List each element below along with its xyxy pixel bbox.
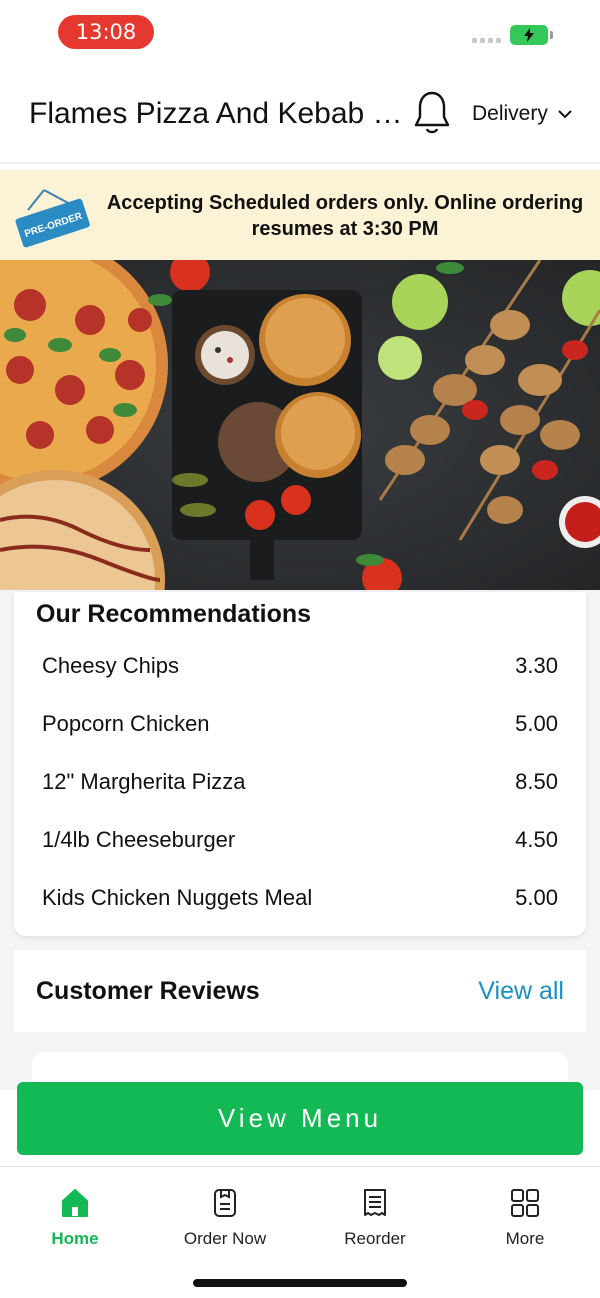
hero-food-image [0, 260, 600, 590]
restaurant-title: Flames Pizza And Kebab House [29, 97, 404, 130]
tab-home-label: Home [51, 1229, 99, 1248]
item-price: 3.30 [515, 653, 558, 678]
home-icon [62, 1189, 88, 1217]
tab-reorder[interactable]: Reorder [300, 1187, 450, 1249]
view-all-link[interactable]: View all [478, 977, 564, 1006]
app-header: Flames Pizza And Kebab House Delivery [0, 64, 600, 164]
view-menu-button[interactable]: View Menu [17, 1082, 583, 1155]
order-icon [214, 1189, 236, 1217]
recommendation-item[interactable]: Kids Chicken Nuggets Meal 5.00 [42, 878, 558, 918]
grid-icon [511, 1189, 539, 1217]
battery-cap [550, 31, 553, 39]
reviews-title: Customer Reviews [36, 977, 260, 1005]
status-bar: 13:08 [0, 0, 600, 64]
reviews-header: Customer Reviews View all [14, 950, 586, 1032]
signal-icon [472, 38, 501, 43]
item-name: Cheesy Chips [42, 653, 179, 678]
recommendation-item[interactable]: Popcorn Chicken 5.00 [42, 704, 558, 744]
item-name: 12" Margherita Pizza [42, 769, 246, 794]
tab-home[interactable]: Home [0, 1187, 150, 1249]
tab-more[interactable]: More [450, 1187, 600, 1249]
recommendation-item[interactable]: 12" Margherita Pizza 8.50 [42, 762, 558, 802]
preorder-banner: PRE-ORDER Accepting Scheduled orders onl… [0, 170, 600, 260]
delivery-dropdown[interactable]: Delivery [472, 102, 572, 126]
item-name: Kids Chicken Nuggets Meal [42, 885, 313, 910]
recommendations-card: Our Recommendations Cheesy Chips 3.30 Po… [14, 592, 586, 936]
home-indicator [193, 1279, 407, 1287]
receipt-icon [364, 1189, 386, 1216]
recommendation-item[interactable]: Cheesy Chips 3.30 [42, 646, 558, 686]
tab-order-now-label: Order Now [183, 1229, 267, 1248]
delivery-label: Delivery [472, 102, 548, 125]
tab-more-label: More [505, 1229, 545, 1248]
item-price: 5.00 [515, 885, 558, 910]
banner-message: Accepting Scheduled orders only. Online … [106, 192, 584, 240]
item-name: 1/4lb Cheeseburger [42, 827, 236, 852]
tab-order-now[interactable]: Order Now [150, 1187, 300, 1249]
bell-icon[interactable] [412, 89, 452, 137]
chevron-down-icon [558, 110, 572, 119]
preorder-sign-icon: PRE-ORDER [15, 189, 90, 248]
tab-reorder-label: Reorder [344, 1229, 406, 1248]
item-price: 8.50 [515, 769, 558, 794]
battery-icon [510, 25, 548, 45]
recommendations-title: Our Recommendations [36, 600, 312, 628]
status-time: 13:08 [58, 15, 154, 49]
item-price: 4.50 [515, 827, 558, 852]
item-name: Popcorn Chicken [42, 711, 210, 736]
recommendation-item[interactable]: 1/4lb Cheeseburger 4.50 [42, 820, 558, 860]
item-price: 5.00 [515, 711, 558, 736]
